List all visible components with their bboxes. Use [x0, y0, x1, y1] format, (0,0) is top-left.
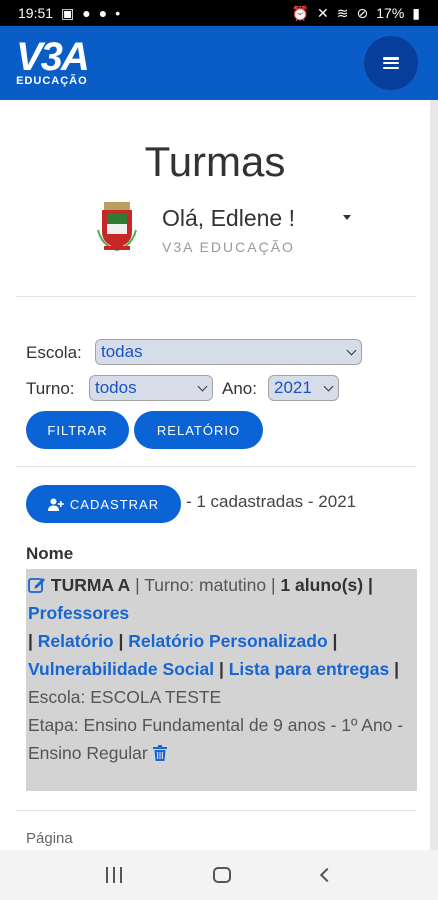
separator: |: [394, 659, 399, 679]
main-content: Turmas Olá, Edlene ! V3A EDUCAÇÃO Escola…: [0, 100, 430, 850]
turma-etapa-line: Etapa: Ensino Fundamental de 9 anos - 1º…: [28, 711, 415, 767]
pagination-label: Página: [26, 830, 73, 847]
divider: [16, 466, 416, 467]
notification-icon: ●: [82, 5, 91, 21]
municipal-crest-icon: [97, 202, 137, 252]
home-icon[interactable]: [212, 867, 231, 883]
hamburger-icon: [383, 57, 399, 69]
divider: [16, 296, 416, 297]
status-left: 19:51 ▣ ● ● •: [18, 5, 120, 22]
wifi-icon: ≋: [336, 4, 349, 21]
dot-icon: •: [115, 5, 121, 21]
separator: |: [218, 659, 224, 679]
escola-label: Escola:: [26, 343, 82, 362]
turma-name: TURMA A: [50, 575, 131, 595]
relatorio-button[interactable]: RELATÓRIO: [134, 411, 263, 449]
user-greeting[interactable]: Olá, Edlene !: [162, 205, 295, 232]
menu-button[interactable]: [364, 36, 418, 90]
scroll-edge: [430, 100, 438, 850]
notification-icon-2: ●: [98, 5, 108, 21]
turma-escola: Escola: ESCOLA TESTE: [28, 687, 222, 707]
user-plus-icon: [47, 498, 64, 511]
alarm-icon: ⏰: [291, 4, 310, 21]
turma-line-3: Vulnerabilidade Social | Lista para entr…: [28, 655, 415, 683]
status-time: 19:51: [18, 5, 54, 21]
chevron-down-icon: [197, 381, 208, 391]
escola-select-value: todas: [101, 342, 143, 361]
chevron-down-icon: [323, 381, 334, 391]
back-icon[interactable]: [320, 867, 335, 883]
edit-icon[interactable]: [28, 576, 46, 593]
column-header-nome: Nome: [26, 544, 74, 563]
mute-icon: ✕: [317, 4, 329, 21]
turma-alunos: 1 aluno(s): [280, 575, 364, 595]
turma-line-2: | Relatório | Relatório Personalizado |: [28, 627, 415, 655]
cadastrar-button-label: CADASTRAR: [69, 496, 160, 512]
cadastrar-button[interactable]: CADASTRAR: [26, 485, 181, 523]
chevron-down-icon[interactable]: [343, 215, 351, 220]
android-navbar: [0, 850, 438, 900]
turma-etapa: Etapa: Ensino Fundamental de 9 anos - 1º…: [28, 715, 404, 763]
separator: |: [332, 631, 338, 651]
escola-select[interactable]: todas: [95, 339, 362, 365]
turma-row: TURMA A | Turno: matutino | 1 aluno(s) |…: [26, 569, 417, 791]
status-right: ⏰ ✕ ≋ ⊘ 17% ▮: [292, 5, 420, 22]
turno-label: Turno:: [26, 379, 75, 398]
organization-name: V3A EDUCAÇÃO: [162, 239, 295, 255]
separator: |: [367, 575, 373, 595]
ano-select[interactable]: 2021: [268, 375, 339, 401]
recent-apps-icon[interactable]: [105, 867, 122, 883]
page-title: Turmas: [144, 138, 286, 185]
separator: |: [118, 631, 124, 651]
ano-label: Ano:: [222, 379, 257, 398]
logo-subtitle: EDUCAÇÃO: [16, 75, 88, 87]
dnd-icon: ⊘: [356, 4, 369, 21]
ano-select-value: 2021: [274, 378, 312, 397]
vulnerabilidade-link[interactable]: Vulnerabilidade Social: [28, 659, 214, 679]
chevron-down-icon: [346, 345, 357, 355]
turma-line-1: TURMA A | Turno: matutino | 1 aluno(s) |…: [28, 571, 415, 627]
turno-select-value: todos: [95, 378, 137, 397]
trash-icon[interactable]: [152, 745, 167, 761]
brand-logo[interactable]: V3A EDUCAÇÃO: [16, 35, 90, 87]
filtrar-button[interactable]: FILTRAR: [26, 411, 129, 449]
status-bar: 19:51 ▣ ● ● • ⏰ ✕ ≋ ⊘ 17% ▮: [0, 0, 438, 26]
professores-link[interactable]: Professores: [28, 603, 129, 623]
divider: [16, 810, 416, 811]
app-header: V3A EDUCAÇÃO: [0, 26, 438, 100]
relatorio-button-label: RELATÓRIO: [156, 422, 241, 438]
relatorio-link[interactable]: Relatório: [38, 631, 114, 651]
logo-word: V3A: [16, 35, 90, 79]
filtrar-button-label: FILTRAR: [47, 422, 108, 438]
registered-count: - 1 cadastradas - 2021: [186, 492, 357, 511]
separator: |: [28, 631, 33, 651]
battery-level: 17%: [376, 5, 405, 21]
relatorio-personalizado-link[interactable]: Relatório Personalizado: [128, 631, 327, 651]
turno-select[interactable]: todos: [89, 375, 213, 401]
battery-icon: ▮: [412, 4, 420, 21]
gallery-icon: ▣: [61, 4, 75, 21]
turma-turno: | Turno: matutino |: [135, 575, 276, 595]
lista-entregas-link[interactable]: Lista para entregas: [229, 659, 389, 679]
